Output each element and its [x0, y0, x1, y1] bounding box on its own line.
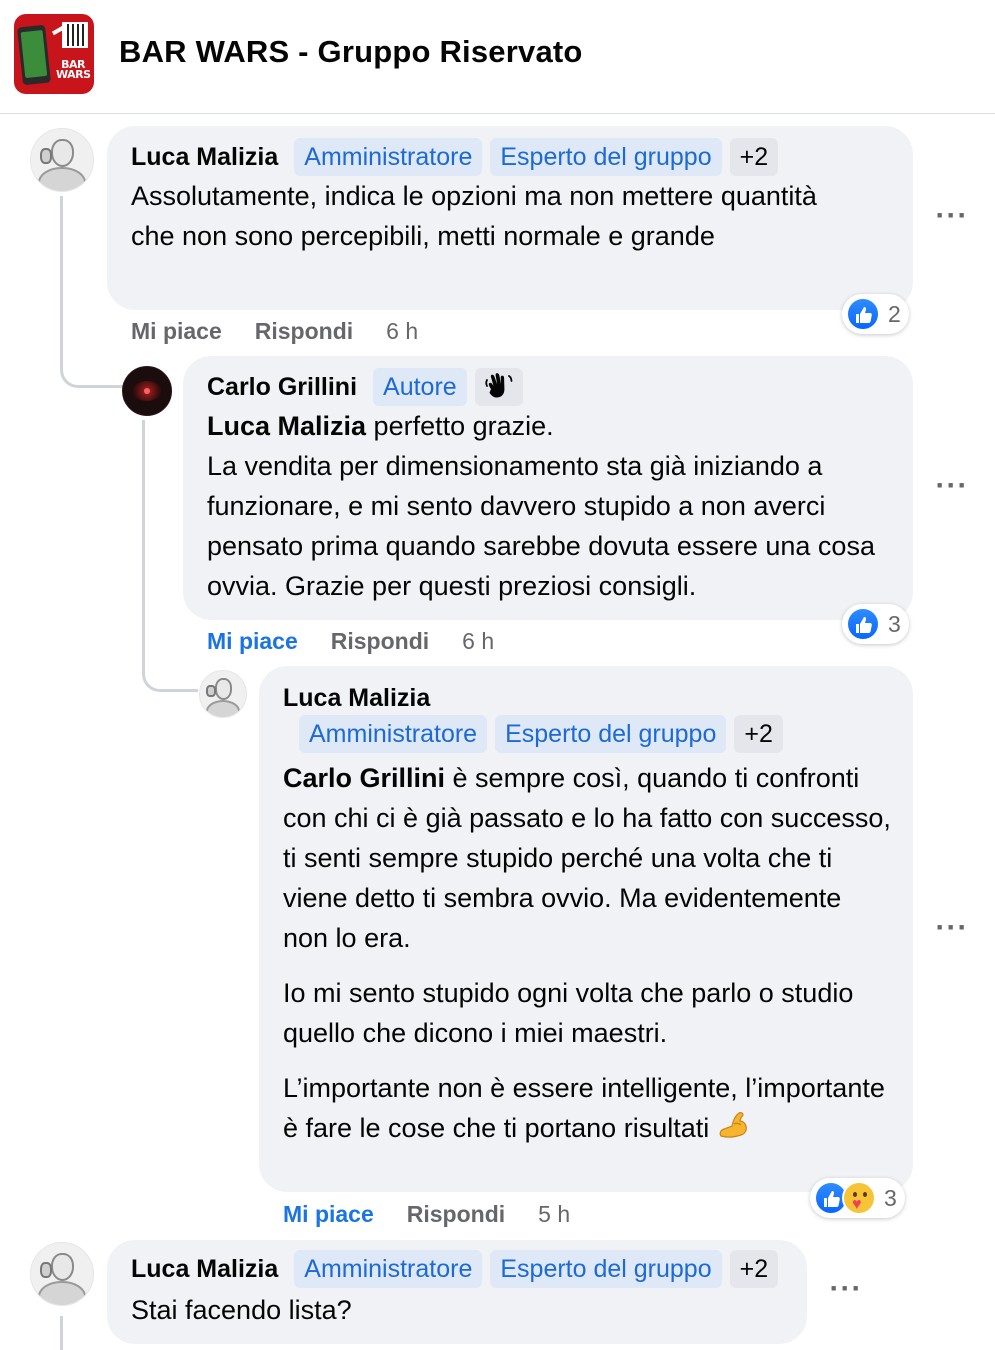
badge-group-expert[interactable]: Esperto del gruppo — [490, 1250, 722, 1288]
more-options-icon[interactable]: ··· — [826, 1274, 866, 1304]
group-thumbnail[interactable]: BAR WARS — [14, 14, 94, 94]
badge-more[interactable]: +2 — [729, 1250, 779, 1288]
thread-line — [60, 1316, 63, 1350]
reply-button[interactable]: Rispondi — [331, 628, 429, 655]
more-options-icon[interactable]: ··· — [932, 913, 972, 943]
comment-text-part: La vendita per dimensionamento sta già i… — [207, 451, 875, 601]
mention-link[interactable]: Carlo Grillini — [283, 763, 445, 793]
badge-admin[interactable]: Amministratore — [294, 138, 483, 176]
comment-actions: Mi piace Rispondi 5 h — [283, 1201, 570, 1228]
badge-more[interactable]: +2 — [734, 715, 783, 753]
comment-author[interactable]: Luca Malizia — [131, 143, 278, 172]
comment-text: Assolutamente, indica le opzioni ma non … — [131, 181, 817, 251]
reaction-count: 2 — [888, 300, 901, 327]
badge-group-expert[interactable]: Esperto del gruppo — [495, 715, 727, 753]
badge-group-expert[interactable]: Esperto del gruppo — [490, 138, 722, 176]
qr-code-graphic — [62, 22, 88, 48]
comment-paragraph: Io mi sento stupido ogni volta che parlo… — [283, 978, 854, 1048]
like-reaction-icon — [846, 297, 880, 331]
mention-link[interactable]: Luca Malizia — [207, 411, 366, 441]
comment-timestamp[interactable]: 6 h — [386, 318, 418, 345]
reaction-count: 3 — [884, 1184, 897, 1211]
comment-bubble: Carlo Grillini Autore Luca Malizia perfe… — [183, 356, 913, 620]
thumb-logo-text: BAR WARS — [56, 58, 91, 81]
reaction-count: 3 — [888, 610, 901, 637]
more-options-icon[interactable]: ··· — [932, 471, 972, 501]
avatar[interactable] — [30, 128, 94, 192]
comment-text-part: perfetto grazie. — [366, 411, 554, 441]
badge-admin[interactable]: Amministratore — [294, 1250, 483, 1288]
like-reaction-icon — [846, 607, 880, 641]
comment-text: Luca Malizia perfetto grazie. La vendita… — [207, 406, 897, 606]
comment-author[interactable]: Carlo Grillini — [207, 373, 357, 402]
like-button[interactable]: Mi piace — [283, 1201, 374, 1228]
avatar[interactable] — [30, 1242, 94, 1306]
badge-admin[interactable]: Amministratore — [299, 715, 488, 753]
more-options-icon[interactable]: ··· — [932, 201, 972, 231]
avatar[interactable] — [122, 366, 172, 416]
waving-hand-icon — [474, 368, 523, 406]
phone-graphic — [17, 24, 51, 86]
reaction-summary[interactable]: ♥ 3 — [810, 1178, 905, 1218]
reply-button[interactable]: Rispondi — [255, 318, 353, 345]
badge-author[interactable]: Autore — [373, 368, 467, 406]
comment-author[interactable]: Luca Malizia — [283, 678, 889, 712]
comment-actions: Mi piace Rispondi 6 h — [207, 628, 494, 655]
like-button[interactable]: Mi piace — [207, 628, 298, 655]
comment-bubble: Luca Malizia Amministratore Esperto del … — [107, 1240, 807, 1344]
flexed-biceps-icon — [717, 1108, 751, 1151]
comment-bubble: Luca Malizia Amministratore Esperto del … — [259, 666, 913, 1192]
comment-text: Carlo Grillini è sempre così, quando ti … — [283, 758, 893, 1151]
comment-bubble: Luca Malizia Amministratore Esperto del … — [107, 126, 913, 310]
avatar[interactable] — [199, 670, 247, 718]
care-reaction-icon: ♥ — [842, 1181, 876, 1215]
comment-timestamp[interactable]: 5 h — [538, 1201, 570, 1228]
comment-timestamp[interactable]: 6 h — [462, 628, 494, 655]
group-header: BAR WARS BAR WARS - Gruppo Riservato — [0, 0, 995, 114]
comment-actions: Mi piace Rispondi 6 h — [131, 318, 418, 345]
group-title[interactable]: BAR WARS - Gruppo Riservato — [119, 34, 583, 70]
like-button[interactable]: Mi piace — [131, 318, 222, 345]
comment-paragraph: L’importante non è essere intelligente, … — [283, 1073, 885, 1143]
comment-author[interactable]: Luca Malizia — [131, 1255, 278, 1284]
reply-button[interactable]: Rispondi — [407, 1201, 505, 1228]
comment-text: Stai facendo lista? — [131, 1295, 352, 1325]
reaction-summary[interactable]: 3 — [842, 604, 909, 644]
badge-more[interactable]: +2 — [729, 138, 779, 176]
reaction-summary[interactable]: 2 — [842, 294, 909, 334]
